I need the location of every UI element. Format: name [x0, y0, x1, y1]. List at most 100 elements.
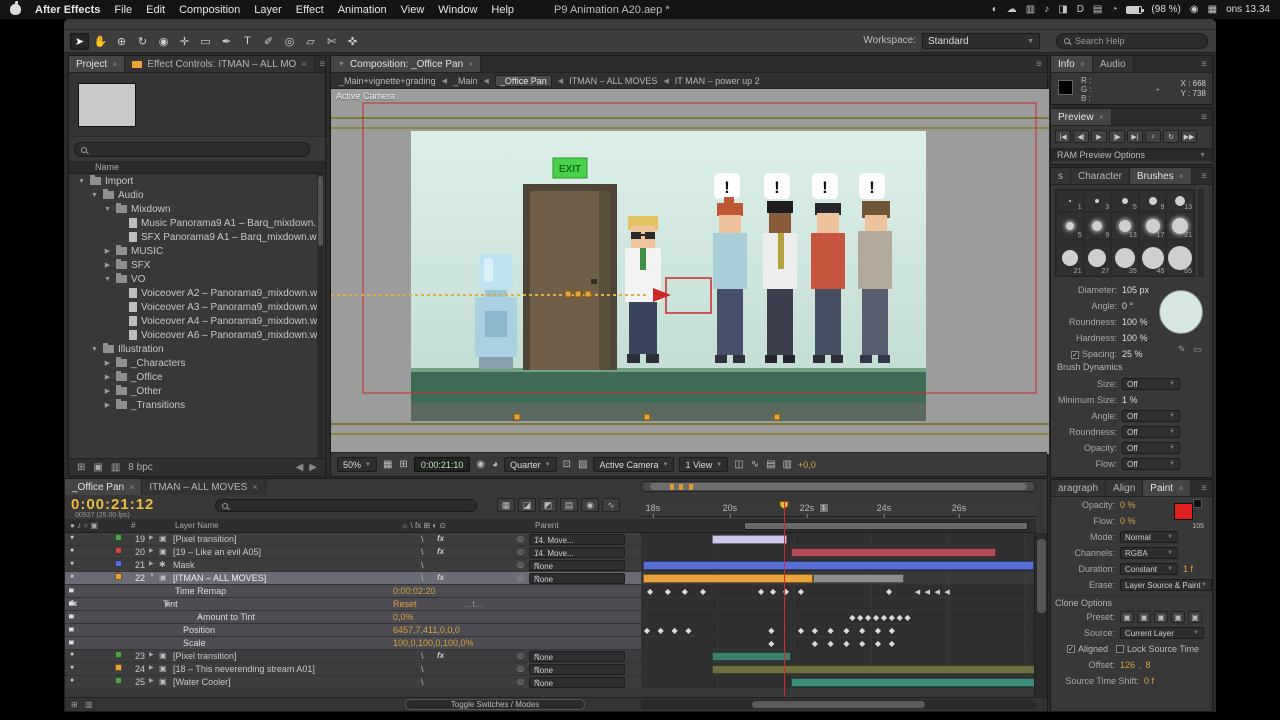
first-frame-button[interactable]: |◀ [1055, 130, 1071, 143]
quality-switch[interactable]: \ [421, 664, 424, 674]
menu-layer[interactable]: Layer [254, 4, 282, 16]
new-folder-icon[interactable]: ▣ [93, 462, 102, 473]
visibility-toggle[interactable]: ● [70, 573, 74, 580]
twirl-icon[interactable]: ▼ [103, 276, 112, 283]
dynamics-dropdown[interactable]: Off▼ [1122, 426, 1180, 438]
layer-duration-bar[interactable] [712, 665, 1036, 674]
visibility-toggle[interactable]: ● [70, 534, 74, 541]
twirl-icon[interactable]: ▼ [77, 178, 86, 185]
spacing-checkbox[interactable]: ✓ [1071, 351, 1079, 359]
menu-view[interactable]: View [401, 4, 425, 16]
layer-duration-bar[interactable] [643, 574, 813, 583]
timeline-vertical-scrollbar[interactable] [1034, 533, 1047, 699]
flowchart-icon[interactable]: ▥ [782, 459, 793, 470]
keyframe-icon[interactable]: ◆ [812, 639, 818, 648]
toggle-switches-modes-button[interactable]: Toggle Switches / Modes [405, 699, 585, 710]
background-color-chip[interactable] [1193, 499, 1202, 508]
breadcrumb-item[interactable]: _Main [453, 76, 478, 86]
brush-preset[interactable]: 1 [1056, 190, 1084, 212]
pan-behind-tool[interactable]: ✛ [175, 33, 194, 50]
tree-item[interactable]: Voiceover A6 – Panorama9_mixdown.w [69, 328, 325, 342]
pixel-aspect-icon[interactable]: ◫ [733, 459, 744, 470]
layer-duration-bar[interactable] [643, 561, 1034, 570]
composition-viewport[interactable]: EXIT [331, 89, 1049, 454]
keyframe-icon[interactable]: ◆ [849, 613, 855, 622]
label-color-chip[interactable] [115, 651, 122, 658]
zoom-tool[interactable]: ⊕ [112, 33, 131, 50]
tree-item[interactable]: ▼Import [69, 174, 325, 188]
paint-tab-align[interactable]: Align [1106, 480, 1143, 496]
dynamics-dropdown[interactable]: Off▼ [1122, 410, 1180, 422]
close-icon[interactable]: × [1179, 171, 1184, 181]
brush-preset[interactable]: 5 [1056, 212, 1084, 240]
tree-item[interactable]: ▼VO [69, 272, 325, 286]
layer-row[interactable]: ●23▶▣[Pixel transition]\fx◎None▼ [65, 650, 641, 663]
tree-item[interactable]: ▼Mixdown [69, 202, 325, 216]
display-contrast-icon[interactable]: ◐ [992, 4, 998, 15]
keyframe-icon[interactable]: ◆ [897, 613, 903, 622]
help-search-input[interactable]: Search Help [1056, 33, 1208, 49]
view-label[interactable]: Active Camera [336, 91, 395, 101]
info-tab-audio[interactable]: Audio [1093, 56, 1134, 72]
parent-dropdown[interactable]: None▼ [529, 573, 625, 584]
layer-duration-bar[interactable] [712, 535, 787, 544]
parent-dropdown[interactable]: 14. Move...▼ [529, 534, 625, 545]
hold-keyframe-icon[interactable]: ◀ [925, 588, 930, 596]
keyframe-icon[interactable]: ◆ [889, 626, 895, 635]
parent-dropdown[interactable]: None▼ [529, 677, 625, 688]
project-bit-depth[interactable]: 8 bpc [128, 462, 152, 473]
comp-mini-flowchart-icon[interactable]: ▦ [497, 498, 515, 512]
twirl-icon[interactable]: ▶ [103, 359, 112, 367]
quality-switch[interactable]: \ [421, 560, 424, 570]
tree-item[interactable]: Voiceover A3 – Panorama9_mixdown.w [69, 300, 325, 314]
parent-dropdown[interactable]: None▼ [529, 560, 625, 571]
close-icon[interactable]: × [1099, 112, 1104, 122]
stopwatch-icon[interactable]: ◔ [183, 626, 188, 635]
snapshot-icon[interactable]: ◉ [475, 459, 486, 470]
breadcrumb-item[interactable]: IT MAN – power up 2 [675, 76, 760, 86]
visibility-toggle[interactable]: ● [70, 560, 74, 567]
close-icon[interactable]: × [129, 482, 134, 492]
time-ruler[interactable]: 18s20s22s24s26s [641, 501, 1036, 517]
keyframe-icon[interactable]: ◆ [859, 626, 865, 635]
panel-menu-icon[interactable]: ≡ [1196, 480, 1212, 496]
timeline-track[interactable]: ◆◆◆◆◆◆◆◆ [641, 611, 1036, 624]
paint-property-value[interactable]: 0 % [1120, 500, 1136, 510]
paint-property-value[interactable]: 0 % [1120, 516, 1136, 526]
region-of-interest-icon[interactable]: ⊡ [562, 459, 572, 470]
layer-name[interactable]: [Pixel transition] [173, 651, 237, 661]
property-name[interactable]: ▼Tint [163, 599, 178, 609]
aligned-checkbox[interactable]: ✓ [1067, 645, 1075, 653]
type-tool[interactable]: T [238, 33, 257, 50]
keyframe-icon[interactable]: ◆ [889, 613, 895, 622]
time-machine-icon[interactable]: ◔ [1111, 4, 1117, 15]
edit-brush-icon[interactable]: ✎ [1178, 344, 1186, 355]
view-layout-dropdown[interactable]: 1 View▼ [679, 457, 728, 472]
tree-item[interactable]: Music Panorama9 A1 – Barq_mixdown. [69, 216, 325, 230]
play-button[interactable]: ▶ [1091, 130, 1107, 143]
label-color-chip[interactable] [115, 560, 122, 567]
last-frame-button[interactable]: ▶| [1127, 130, 1143, 143]
layer-name[interactable]: [19 – Like an evil A05] [173, 547, 261, 557]
keyframe-icon[interactable]: ◆ [889, 639, 895, 648]
timeline-horizontal-scrollbar[interactable] [641, 700, 1036, 709]
new-comp-icon[interactable]: ▥ [111, 462, 120, 473]
keyframe-icon[interactable]: ◆ [682, 587, 688, 596]
tree-item[interactable]: ▶_Office [69, 370, 325, 384]
close-icon[interactable]: × [301, 59, 306, 69]
unified-camera-tool[interactable]: ◉ [154, 33, 173, 50]
ram-preview-button[interactable]: ▶▶ [1181, 130, 1197, 143]
timeline-track[interactable] [641, 546, 1036, 559]
wifi-icon[interactable]: ◉ [1190, 4, 1199, 15]
spotlight-doc-icon[interactable]: ▥ [1026, 4, 1035, 15]
fast-preview-icon[interactable]: ∿ [750, 459, 760, 470]
brush-preset[interactable]: 45 [1139, 240, 1167, 276]
keyframe-icon[interactable]: ◆ [857, 613, 863, 622]
twirl-icon[interactable]: ▼ [90, 346, 99, 353]
label-color-chip[interactable] [115, 534, 122, 541]
hold-keyframe-icon[interactable]: ◀ [944, 588, 949, 596]
loop-button[interactable]: ↻ [1163, 130, 1179, 143]
property-name[interactable]: ◔Time Remap [175, 586, 226, 596]
property-value[interactable]: 6457,7,411,0,0,0 [393, 625, 460, 635]
quality-switch[interactable]: \ [421, 651, 424, 661]
